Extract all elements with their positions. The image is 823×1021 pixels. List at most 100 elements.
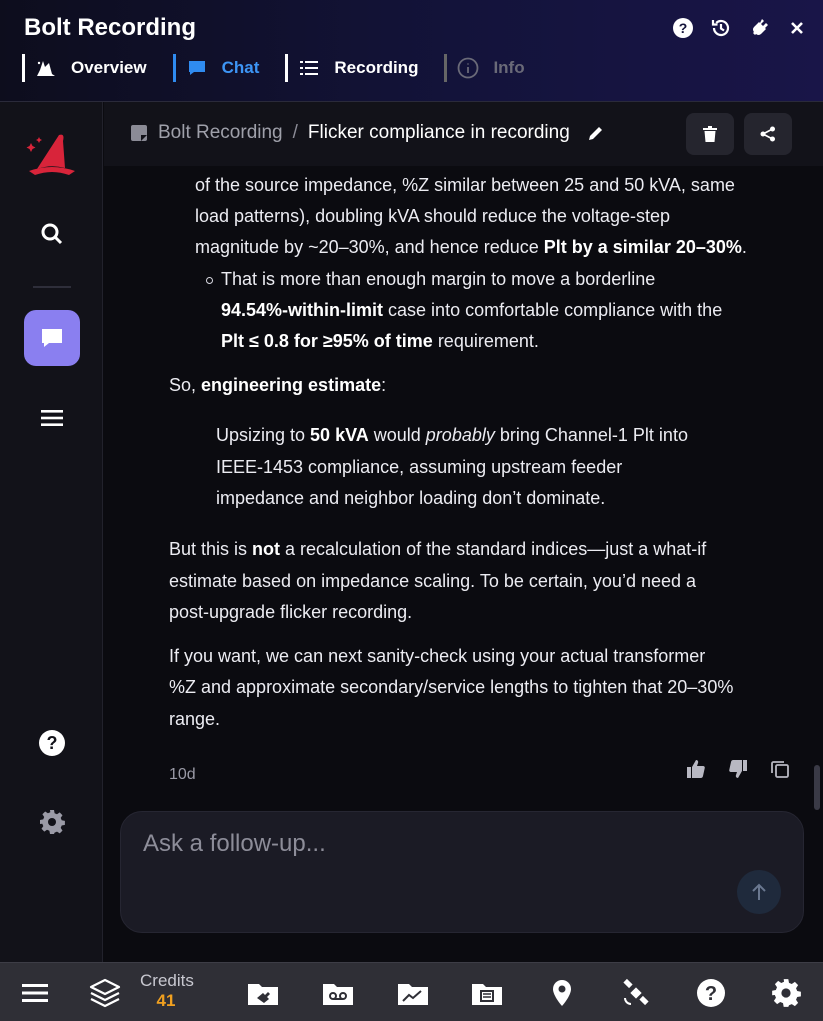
hamburger-menu-icon[interactable] bbox=[19, 977, 51, 1009]
satellite-icon[interactable] bbox=[620, 977, 652, 1009]
layers-icon[interactable] bbox=[89, 977, 121, 1009]
assistant-message: of the source impedance, %Z similar betw… bbox=[104, 166, 809, 806]
svg-text:?: ? bbox=[47, 733, 58, 753]
thumbs-down-icon[interactable] bbox=[728, 759, 748, 779]
location-pin-icon[interactable] bbox=[546, 977, 578, 1009]
breadcrumb-root[interactable]: Bolt Recording bbox=[158, 122, 283, 144]
share-icon bbox=[760, 126, 776, 142]
follow-up-input[interactable]: Ask a follow-up... bbox=[143, 830, 326, 858]
quote-line: IEEE-1453 compliance, assuming upstream … bbox=[216, 457, 623, 477]
wizard-hat-icon bbox=[35, 57, 57, 79]
text-bold: Plt by a similar 20–30% bbox=[543, 237, 742, 257]
settings-icon[interactable] bbox=[24, 794, 80, 850]
text-run: bring Channel-1 Plt into bbox=[494, 425, 688, 445]
close-icon[interactable] bbox=[785, 16, 809, 40]
logo-hat-icon[interactable] bbox=[24, 126, 80, 182]
sidebar-divider bbox=[33, 286, 71, 288]
bullet-circle bbox=[206, 277, 213, 284]
message-line: %Z and approximate secondary/service len… bbox=[169, 677, 734, 697]
message-line: of the source impedance, %Z similar betw… bbox=[195, 175, 735, 195]
folder-plug-icon[interactable] bbox=[247, 977, 279, 1009]
trash-icon bbox=[703, 126, 717, 142]
credits-value: 41 bbox=[156, 991, 176, 1010]
message-line: But this is not a recalculation of the s… bbox=[169, 534, 706, 566]
svg-text:?: ? bbox=[705, 983, 717, 1005]
message-line: post-upgrade flicker recording. bbox=[169, 602, 413, 622]
menu-icon[interactable] bbox=[24, 390, 80, 446]
copy-icon[interactable] bbox=[770, 759, 790, 779]
tab-info-label: Info bbox=[493, 58, 525, 77]
tab-recording-label: Recording bbox=[334, 58, 419, 77]
thumbs-up-icon[interactable] bbox=[686, 759, 706, 779]
tab-overview-label: Overview bbox=[71, 58, 147, 77]
app-header: Bolt Recording ? Overview Chat Recording… bbox=[0, 0, 823, 102]
folder-chart-icon[interactable] bbox=[397, 977, 429, 1009]
tab-bar: Overview Chat Recording Info bbox=[22, 54, 551, 82]
app-title: Bolt Recording bbox=[24, 14, 196, 41]
bullet-line: Plt ≤ 0.8 for ≥95% of time requirement. bbox=[221, 326, 539, 358]
chat-bubble-icon bbox=[186, 57, 208, 79]
header-icons: ? bbox=[671, 16, 809, 40]
help-icon[interactable]: ? bbox=[671, 16, 695, 40]
delete-button[interactable] bbox=[686, 113, 734, 155]
quote-line: impedance and neighbor loading don’t dom… bbox=[216, 488, 606, 508]
text-bold: 50 kVA bbox=[310, 425, 369, 445]
document-icon bbox=[130, 124, 148, 142]
text-bold: not bbox=[252, 539, 281, 559]
breadcrumb: Bolt Recording / Flicker compliance in r… bbox=[130, 122, 604, 144]
settings-gear-icon[interactable] bbox=[770, 977, 802, 1009]
bullet-line: That is more than enough margin to move … bbox=[221, 269, 656, 289]
tab-chat[interactable]: Chat bbox=[172, 54, 260, 82]
text-run: . bbox=[741, 237, 747, 257]
info-icon bbox=[457, 57, 479, 79]
text-bold: 94.54%-within-limit bbox=[221, 300, 384, 320]
search-icon[interactable] bbox=[24, 206, 80, 262]
tab-chat-label: Chat bbox=[221, 58, 260, 77]
edit-pencil-icon[interactable] bbox=[588, 125, 604, 141]
arrow-up-icon bbox=[751, 883, 767, 901]
text-bold: engineering estimate bbox=[201, 375, 382, 395]
svg-text:?: ? bbox=[679, 20, 688, 36]
text-bold: Plt ≤ 0.8 for ≥95% of time bbox=[221, 331, 433, 351]
message-line: load patterns), doubling kVA should redu… bbox=[195, 206, 670, 226]
quote-line: Upsizing to 50 kVA would probably bring … bbox=[216, 420, 688, 452]
text-run: magnitude by ~20–30%, and hence reduce bbox=[195, 237, 544, 257]
help-icon[interactable]: ? bbox=[24, 715, 80, 771]
text-italic: probably bbox=[425, 425, 495, 445]
message-line: estimate based on impedance scaling. To … bbox=[169, 571, 697, 591]
history-icon[interactable] bbox=[709, 16, 733, 40]
tab-info[interactable]: Info bbox=[444, 54, 525, 82]
text-run: case into comfortable compliance with th… bbox=[383, 300, 723, 320]
send-button[interactable] bbox=[737, 870, 781, 914]
help-circle-icon[interactable]: ? bbox=[695, 977, 727, 1009]
bottom-toolbar: Credits 41 ? bbox=[0, 962, 823, 1021]
message-age: 10d bbox=[169, 766, 196, 783]
chat-icon[interactable] bbox=[24, 310, 80, 366]
tab-recording[interactable]: Recording bbox=[285, 54, 418, 82]
message-line: So, engineering estimate: bbox=[169, 370, 386, 402]
text-run: would bbox=[368, 425, 426, 445]
conversation-topbar: Bolt Recording / Flicker compliance in r… bbox=[104, 102, 823, 166]
message-line: If you want, we can next sanity-check us… bbox=[169, 646, 706, 666]
plug-icon[interactable] bbox=[747, 16, 771, 40]
text-run: But this is bbox=[169, 539, 253, 559]
message-line: magnitude by ~20–30%, and hence reduce P… bbox=[195, 232, 747, 264]
scrollbar[interactable] bbox=[814, 765, 820, 810]
sidebar: ? bbox=[0, 102, 103, 962]
credits-display: Credits 41 bbox=[140, 971, 194, 1011]
text-run: Upsizing to bbox=[216, 425, 311, 445]
message-line: range. bbox=[169, 709, 221, 729]
credits-label: Credits bbox=[140, 971, 194, 990]
tab-overview[interactable]: Overview bbox=[22, 54, 147, 82]
text-run: : bbox=[381, 375, 387, 395]
text-run: a recalculation of the standard indices—… bbox=[280, 539, 707, 559]
breadcrumb-current: Flicker compliance in recording bbox=[307, 122, 570, 143]
share-button[interactable] bbox=[744, 113, 792, 155]
list-icon bbox=[298, 57, 320, 79]
breadcrumb-separator: / bbox=[292, 122, 298, 143]
folder-report-icon[interactable] bbox=[471, 977, 503, 1009]
folder-recording-icon[interactable] bbox=[322, 977, 354, 1009]
text-run: requirement. bbox=[432, 331, 539, 351]
bullet-line: 94.54%-within-limit case into comfortabl… bbox=[221, 295, 722, 327]
follow-up-input-box[interactable]: Ask a follow-up... bbox=[120, 811, 804, 933]
